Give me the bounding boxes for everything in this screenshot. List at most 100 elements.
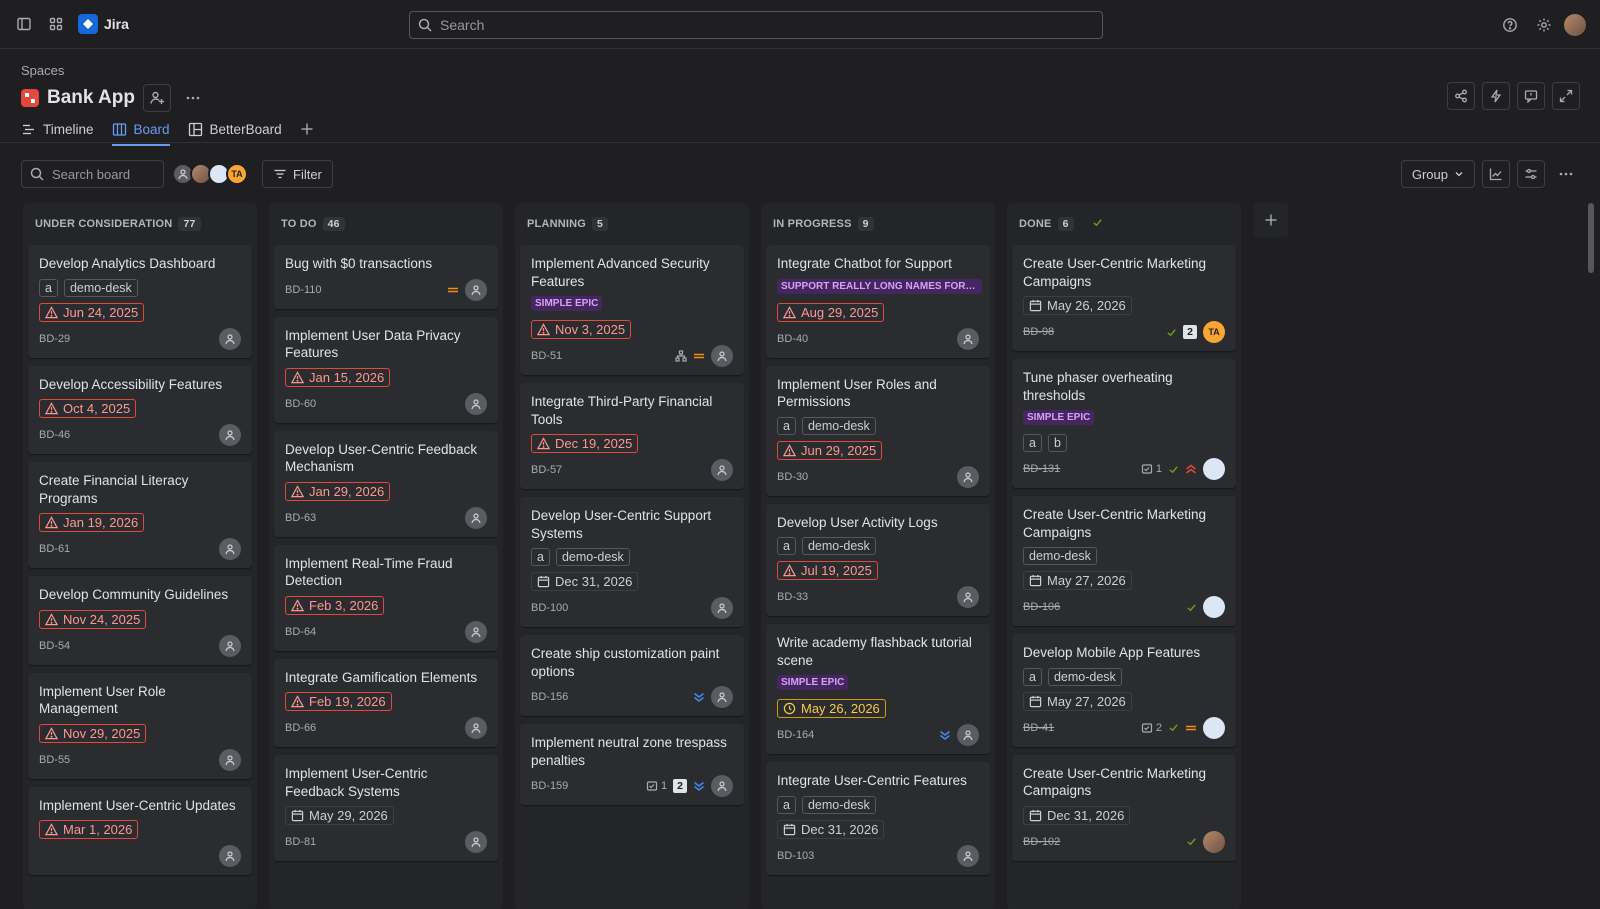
issue-key[interactable]: BD-40 [777,333,808,345]
unassigned-avatar[interactable] [465,831,487,853]
due-date[interactable]: Jan 19, 2026 [39,513,145,532]
issue-card[interactable]: Implement Advanced Security Features SIMP… [520,245,744,375]
label-tag[interactable]: a [531,548,550,566]
more-options-icon[interactable] [1552,160,1580,188]
tab-board[interactable]: Board [111,116,170,146]
add-view-button[interactable] [300,116,314,142]
label-tag[interactable]: a [777,795,796,814]
assignee-avatar[interactable] [1203,830,1225,853]
due-date[interactable]: Dec 19, 2025 [531,434,639,453]
column-header[interactable]: UNDER CONSIDERATION 77 [28,203,252,245]
fullscreen-icon[interactable] [1552,82,1580,110]
label-tag[interactable]: demo-desk [801,537,876,555]
assignee-avatar[interactable] [1203,716,1225,739]
due-date[interactable]: May 26, 2026 [777,699,886,718]
unassigned-avatar[interactable] [465,278,487,301]
issue-key[interactable]: BD-102 [1023,836,1060,848]
automation-lightning-icon[interactable] [1482,82,1510,110]
column-header[interactable]: PLANNING 5 [520,203,744,245]
issue-key[interactable]: BD-106 [1023,601,1060,613]
label-tag[interactable]: demo-desk [555,548,630,566]
label-tag[interactable]: demo-desk [1047,667,1122,686]
unassigned-avatar[interactable] [957,327,979,350]
issue-card[interactable]: Create User-Centric Marketing Campaigns M… [1012,245,1236,351]
help-icon[interactable] [1496,11,1524,39]
unassigned-avatar[interactable] [465,620,487,643]
issue-card[interactable]: Develop Community Guidelines Nov 24, 2025… [28,576,252,665]
label-tag[interactable]: a [777,416,796,435]
issue-card[interactable]: Implement neutral zone trespass penaltie… [520,724,744,805]
issue-card[interactable]: Implement User Data Privacy Features Jan … [274,316,498,423]
more-actions-icon[interactable] [179,84,207,112]
issue-card[interactable]: Develop Accessibility Features Oct 4, 202… [28,365,252,454]
issue-key[interactable]: BD-98 [1023,326,1054,338]
group-dropdown[interactable]: Group [1400,160,1475,188]
tab-timeline[interactable]: Timeline [21,116,94,142]
app-switcher-icon[interactable] [42,10,70,38]
unassigned-avatar[interactable] [711,597,733,619]
label-tag[interactable]: a [777,537,796,555]
issue-key[interactable]: BD-51 [531,350,562,362]
unassigned-avatar[interactable] [219,538,241,560]
label-tag[interactable]: demo-desk [801,416,876,435]
epic-label[interactable]: SIMPLE EPIC [1023,410,1095,425]
issue-card[interactable]: Bug with $0 transactions BD-110 [274,245,498,309]
unassigned-avatar[interactable] [957,724,979,746]
issue-key[interactable]: BD-81 [285,836,316,848]
issue-key[interactable]: BD-64 [285,626,316,638]
assignee-avatar[interactable]: TA [1203,321,1225,343]
issue-key[interactable]: BD-63 [285,512,316,524]
unassigned-avatar[interactable] [465,506,487,529]
issue-card[interactable]: Tune phaser overheating thresholds SIMPLE… [1012,359,1236,488]
feedback-icon[interactable] [1517,82,1545,110]
due-date[interactable]: Mar 1, 2026 [39,820,139,839]
avatar-user-ta[interactable]: TA [226,163,248,185]
issue-card[interactable]: Implement User-Centric Updates Mar 1, 202… [28,786,252,875]
issue-card[interactable]: Develop User-Centric Feedback Mechanism J… [274,430,498,537]
vertical-scrollbar[interactable] [1588,203,1594,273]
due-date[interactable]: Oct 4, 2025 [39,399,137,418]
issue-card[interactable]: Implement User Roles and Permissions a dem… [766,365,990,496]
add-column-button[interactable] [1254,203,1288,237]
due-date[interactable]: Feb 19, 2026 [285,692,392,711]
board-search-input[interactable]: Search board [21,160,164,188]
subtask-count[interactable]: 1 [1141,463,1162,475]
assignee-avatar[interactable] [1203,596,1225,618]
issue-key[interactable]: BD-41 [1023,722,1054,734]
due-date[interactable]: Jul 19, 2025 [777,561,878,580]
breadcrumb[interactable]: Spaces [21,63,64,78]
issue-key[interactable]: BD-46 [39,429,70,441]
unassigned-avatar[interactable] [711,775,733,797]
issue-card[interactable]: Write academy flashback tutorial scene SI… [766,624,990,754]
due-date[interactable]: May 27, 2026 [1023,571,1132,590]
filter-button[interactable]: Filter [262,160,333,188]
unassigned-avatar[interactable] [711,345,733,367]
due-date[interactable]: May 26, 2026 [1023,296,1132,315]
issue-key[interactable]: BD-57 [531,464,562,476]
issue-key[interactable]: BD-131 [1023,463,1060,475]
due-date[interactable]: Dec 31, 2026 [777,819,885,839]
issue-card[interactable]: Integrate Gamification Elements Feb 19, 2… [274,658,498,747]
issue-key[interactable]: BD-54 [39,640,70,652]
issue-card[interactable]: Develop Analytics Dashboard a demo-desk Jun… [28,245,252,358]
issue-card[interactable]: Create Financial Literacy Programs Jan 19… [28,462,252,568]
unassigned-avatar[interactable] [219,634,241,657]
column-header[interactable]: DONE 6 [1012,203,1236,245]
issue-key[interactable]: BD-30 [777,471,808,483]
label-tag[interactable]: b [1047,434,1067,452]
label-tag[interactable]: demo-desk [801,795,876,814]
label-tag[interactable]: demo-desk [63,278,138,297]
add-people-button[interactable] [142,84,171,112]
due-date[interactable]: Jan 29, 2026 [285,481,391,501]
issue-key[interactable]: BD-61 [39,543,70,555]
due-date[interactable]: Jan 15, 2026 [285,367,391,387]
epic-label[interactable]: SUPPORT REALLY LONG NAMES FOR E... [777,278,982,294]
issue-key[interactable]: BD-100 [531,602,568,614]
due-date[interactable]: Feb 3, 2026 [285,595,385,615]
share-icon[interactable] [1447,82,1475,110]
issue-key[interactable]: BD-110 [285,284,321,296]
issue-card[interactable]: Implement User-Centric Feedback Systems M… [274,755,498,861]
due-date[interactable]: Nov 29, 2025 [39,723,147,743]
due-date[interactable]: Dec 31, 2026 [531,572,639,591]
unassigned-avatar[interactable] [219,327,241,350]
